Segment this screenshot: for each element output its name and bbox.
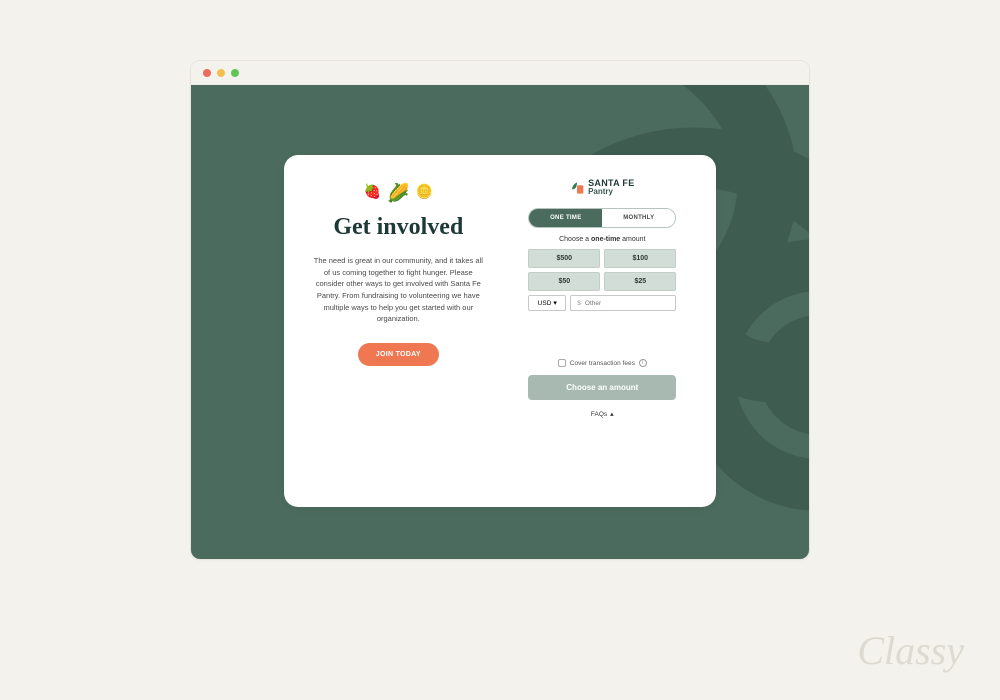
window-minimize-icon[interactable] xyxy=(217,69,225,77)
choose-bold: one-time xyxy=(591,236,620,243)
currency-symbol: $ xyxy=(577,300,581,307)
choose-amount-label: Choose a one-time amount xyxy=(517,236,688,243)
window-titlebar xyxy=(191,61,809,85)
browser-window: 🍓 🌽 🪙 Get involved The need is great in … xyxy=(190,60,810,560)
tab-monthly[interactable]: MONTHLY xyxy=(602,209,675,227)
window-close-icon[interactable] xyxy=(203,69,211,77)
info-icon[interactable]: i xyxy=(639,359,647,367)
other-amount-input[interactable] xyxy=(585,300,669,307)
card-left-column: 🍓 🌽 🪙 Get involved The need is great in … xyxy=(284,155,509,507)
coin-icon: 🪙 xyxy=(416,183,433,204)
strawberry-icon: 🍓 xyxy=(364,183,381,204)
page-viewport: 🍓 🌽 🪙 Get involved The need is great in … xyxy=(191,85,809,559)
donation-card: 🍓 🌽 🪙 Get involved The need is great in … xyxy=(284,155,716,507)
org-mark-icon xyxy=(570,181,584,195)
headline: Get involved xyxy=(312,214,485,241)
currency-select[interactable]: USD ▾ xyxy=(528,295,566,311)
choose-prefix: Choose a xyxy=(559,236,591,243)
classy-wordmark: Classy xyxy=(857,627,964,674)
amount-grid: $500 $100 $50 $25 xyxy=(528,249,676,291)
choose-suffix: amount xyxy=(620,236,645,243)
amount-option[interactable]: $25 xyxy=(604,272,676,291)
currency-value: USD xyxy=(538,300,552,307)
frequency-toggle: ONE TIME MONTHLY xyxy=(528,208,676,228)
other-amount-row: USD ▾ $ xyxy=(528,295,676,311)
card-right-column: SANTA FE Pantry ONE TIME MONTHLY Choose … xyxy=(509,155,716,507)
illustration-row: 🍓 🌽 🪙 xyxy=(312,183,485,204)
join-today-button[interactable]: JOIN TODAY xyxy=(358,343,439,366)
corn-icon: 🌽 xyxy=(387,183,409,204)
faqs-label: FAQs xyxy=(591,411,607,418)
cover-fees-checkbox[interactable] xyxy=(558,359,566,367)
org-logo: SANTA FE Pantry xyxy=(517,179,688,196)
chevron-down-icon: ▾ xyxy=(553,299,557,307)
cover-fees-row: Cover transaction fees i xyxy=(517,359,688,367)
amount-option[interactable]: $50 xyxy=(528,272,600,291)
chevron-up-icon: ▴ xyxy=(610,410,614,418)
org-subtitle: Pantry xyxy=(588,188,634,196)
window-zoom-icon[interactable] xyxy=(231,69,239,77)
amount-option[interactable]: $100 xyxy=(604,249,676,268)
cover-fees-label: Cover transaction fees xyxy=(570,360,635,367)
description-text: The need is great in our community, and … xyxy=(312,255,485,325)
amount-option[interactable]: $500 xyxy=(528,249,600,268)
choose-amount-button[interactable]: Choose an amount xyxy=(528,375,676,400)
tab-one-time[interactable]: ONE TIME xyxy=(529,209,602,227)
other-amount-field[interactable]: $ xyxy=(570,295,676,311)
faqs-toggle[interactable]: FAQs ▴ xyxy=(591,410,614,418)
